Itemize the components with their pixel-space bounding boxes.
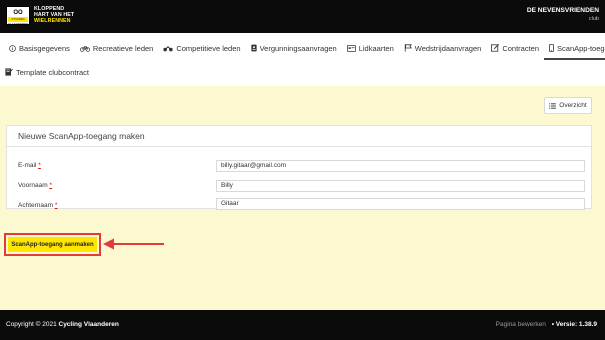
required-marker: * [49,182,52,189]
email-field[interactable]: billy.gitaar@gmail.com [216,160,585,172]
club-selector[interactable]: DE NEVENSVRIENDEN club [527,7,599,22]
tab-template-clubcontract[interactable]: Template clubcontract [0,60,94,84]
tab-bar: Basisgegevens Recreatieve leden Competit… [0,36,605,84]
tab-basisgegevens[interactable]: Basisgegevens [4,36,75,60]
required-marker: * [38,162,41,169]
logo-text: KLOPPEND HART VAN HET WIELRENNEN [34,6,74,24]
annotation-arrow-icon [103,238,164,250]
tab-label: Lidkaarten [358,43,394,53]
required-marker: * [54,202,58,209]
logo[interactable]: OO CYCLING VLAANDEREN KLOPPEND HART VAN … [6,6,74,26]
list-icon [549,102,557,109]
tab-contracten[interactable]: Contracten [486,36,544,60]
tab-label: Basisgegevens [19,43,70,53]
tab-label: ScanApp-toegangen [557,43,605,53]
tab-recreatieve-leden[interactable]: Recreatieve leden [75,36,158,60]
contract-icon [491,44,500,52]
firstname-label: Voornaam * [18,182,52,189]
bicycle-icon [79,45,90,52]
top-bar: OO CYCLING VLAANDEREN KLOPPEND HART VAN … [0,0,605,33]
logo-badge: OO CYCLING VLAANDEREN [6,6,30,26]
motorbike-icon [163,45,173,51]
firstname-row: Voornaam * Billy [18,180,585,193]
card-icon [346,44,356,52]
version-label: • Versie: 1.38.9 [551,321,597,328]
main-content: Overzicht Nieuwe ScanApp-toegang maken E… [0,86,605,310]
flag-icon [404,44,412,52]
tab-label: Wedstrijdaanvragen [414,43,482,53]
footer: Copyright © 2021 Cycling Vlaanderen Pagi… [0,310,605,340]
create-scanapp-access-button[interactable]: ScanApp-toegang aanmaken [8,237,97,252]
firstname-field[interactable]: Billy [216,180,585,192]
tab-wedstrijdaanvragen[interactable]: Wedstrijdaanvragen [399,36,487,60]
logo-badge-text: OO [13,9,23,16]
lastname-label: Achternaam * [18,202,58,209]
form-card: Nieuwe ScanApp-toegang maken E-mail * bi… [6,125,592,210]
tab-label: Competitieve leden [176,43,241,53]
footer-brand: Cycling Vlaanderen [58,321,119,328]
logo-line-3: WIELRENNEN [34,18,71,24]
footer-copyright: Copyright © 2021 Cycling Vlaanderen [6,321,119,328]
tab-lidkaarten[interactable]: Lidkaarten [342,36,399,60]
tab-row-2: Template clubcontract [0,60,605,84]
logo-badge-sub: CYCLING VLAANDEREN [8,16,29,26]
tab-label: Template clubcontract [16,67,89,77]
tab-scanapp-toegangen[interactable]: ScanApp-toegangen [544,36,605,60]
lastname-row: Achternaam * Gitaar [18,198,585,210]
tab-row-1: Basisgegevens Recreatieve leden Competit… [0,36,605,60]
tab-label: Contracten [502,43,540,53]
club-sub: club [588,16,599,22]
tab-label: Vergunningsaanvragen [259,43,337,53]
form-title: Nieuwe ScanApp-toegang maken [7,126,591,147]
edit-page-link[interactable]: Pagina bewerken [496,321,546,328]
overview-button[interactable]: Overzicht [544,97,592,114]
email-label: E-mail * [18,162,41,169]
email-row: E-mail * billy.gitaar@gmail.com [18,160,585,173]
club-name: DE NEVENSVRIENDEN [526,7,599,14]
lastname-field[interactable]: Gitaar [216,198,585,210]
document-icon [5,68,13,76]
id-badge-icon [250,44,257,52]
tab-label: Recreatieve leden [92,43,154,53]
info-icon [9,44,16,52]
submit-highlight: ScanApp-toegang aanmaken [4,233,101,256]
footer-right: Pagina bewerken • Versie: 1.38.9 [496,321,597,328]
overview-button-label: Overzicht [559,102,587,109]
tab-vergunningsaanvragen[interactable]: Vergunningsaanvragen [246,36,342,60]
tab-competitieve-leden[interactable]: Competitieve leden [158,36,245,60]
phone-icon [549,44,554,52]
